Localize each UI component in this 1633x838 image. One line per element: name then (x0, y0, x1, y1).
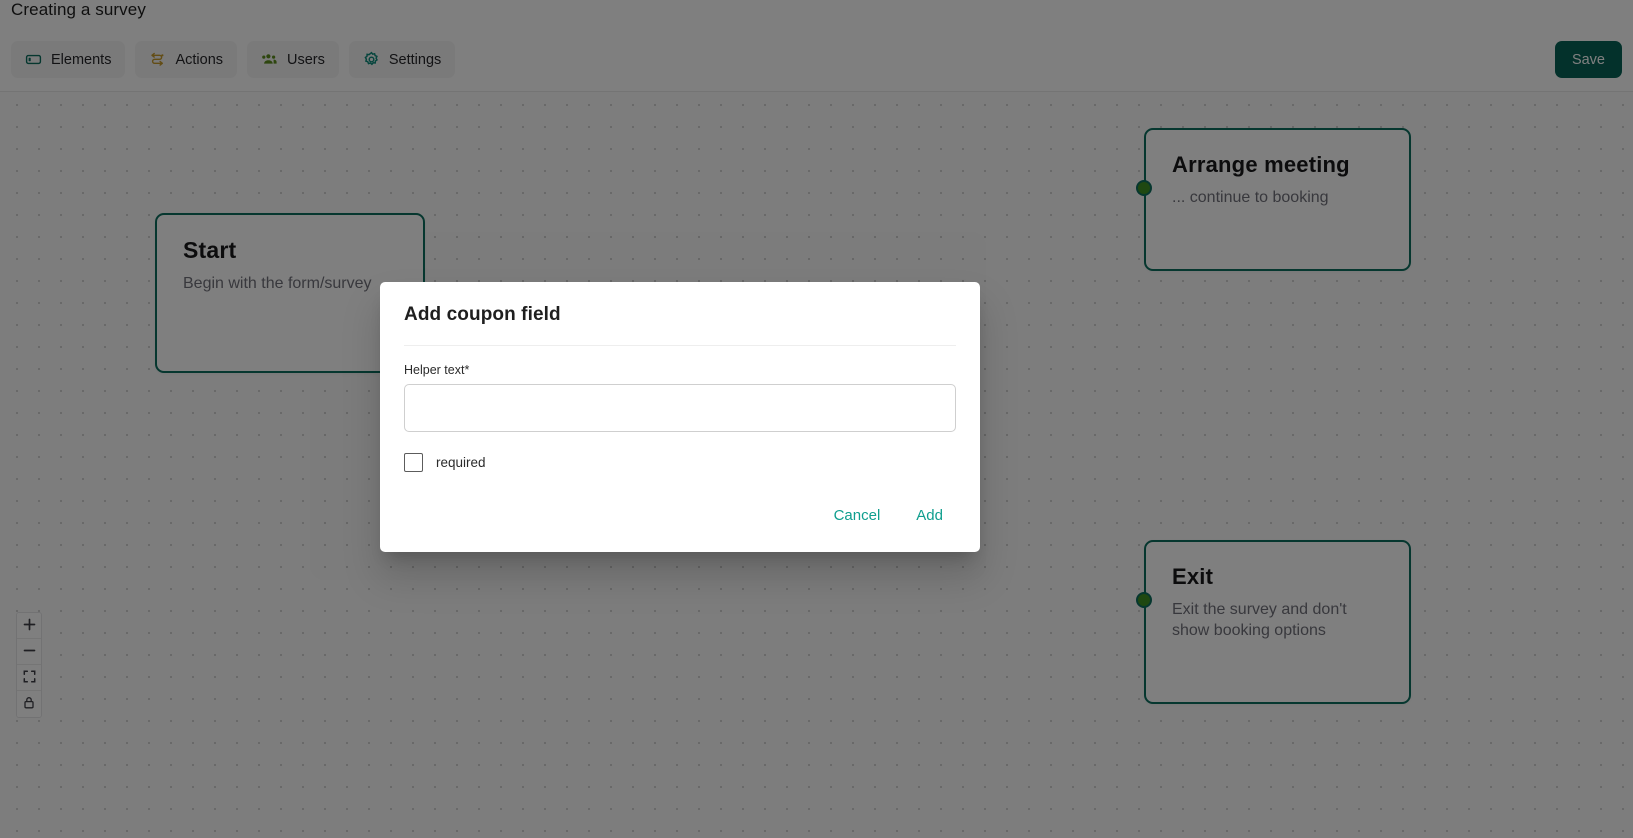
dialog-body: Helper text* required (380, 346, 980, 472)
helper-text-input[interactable] (404, 384, 956, 432)
required-row: required (404, 453, 956, 472)
dialog-footer: Cancel Add (380, 472, 980, 552)
helper-text-label: Helper text* (404, 363, 470, 377)
app-root: Start Begin with the form/survey Arrange… (0, 0, 1633, 838)
add-coupon-field-dialog: Add coupon field Helper text* required C… (380, 282, 980, 552)
add-button[interactable]: Add (903, 501, 956, 530)
required-label: required (436, 455, 486, 470)
cancel-button[interactable]: Cancel (821, 501, 894, 530)
dialog-title: Add coupon field (404, 304, 561, 325)
required-checkbox[interactable] (404, 453, 423, 472)
